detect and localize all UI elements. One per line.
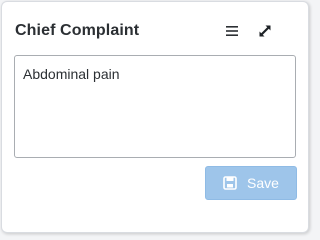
card-title: Chief Complaint [15,22,140,39]
chief-complaint-card: Chief Complaint Save [1,1,309,233]
menu-icon [226,26,238,36]
save-button[interactable]: Save [205,166,297,200]
complaint-field-wrapper [14,55,296,158]
expand-button[interactable] [254,20,276,42]
card-header: Chief Complaint [2,2,308,58]
save-button-label: Save [247,175,279,191]
chief-complaint-textarea[interactable] [15,56,295,157]
floppy-disk-icon [223,176,237,190]
expand-icon [259,25,271,37]
menu-button[interactable] [221,20,243,42]
